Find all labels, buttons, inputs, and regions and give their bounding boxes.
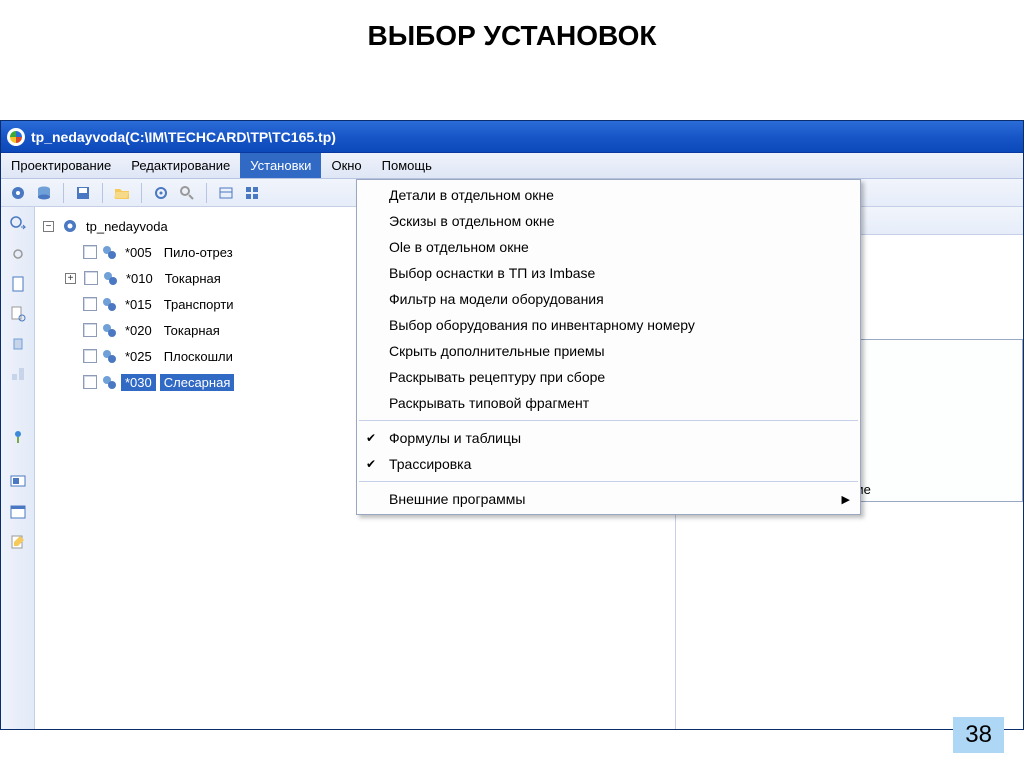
gears-icon: [101, 244, 117, 260]
tool-icon[interactable]: [7, 182, 29, 204]
checkbox[interactable]: [83, 375, 97, 389]
left-toolbar: [1, 207, 35, 729]
tree-item-name: Токарная: [161, 270, 225, 287]
gear-small-icon[interactable]: [5, 241, 31, 267]
tree-item-num: *010: [122, 270, 157, 287]
dd-item[interactable]: Ole в отдельном окне: [357, 234, 860, 260]
folder-open-icon[interactable]: [111, 182, 133, 204]
dd-item[interactable]: Раскрывать рецептуру при сборе: [357, 364, 860, 390]
menu-design[interactable]: Проектирование: [1, 153, 121, 178]
gear-arrow-icon[interactable]: [176, 182, 198, 204]
expand-icon[interactable]: +: [65, 273, 76, 284]
check-icon: ✔: [361, 431, 381, 445]
tree-item-name: Слесарная: [160, 374, 235, 391]
gears-icon: [101, 322, 117, 338]
menu-settings[interactable]: Установки: [240, 153, 321, 178]
window-icon[interactable]: [5, 499, 31, 525]
menu-window[interactable]: Окно: [321, 153, 371, 178]
edit-icon[interactable]: [5, 529, 31, 555]
screen-icon[interactable]: [5, 469, 31, 495]
tree-item-num: *005: [121, 244, 156, 261]
gear-icon: [62, 218, 78, 234]
tree-blue-icon[interactable]: [5, 425, 31, 451]
dd-item[interactable]: Выбор оборудования по инвентарному номер…: [357, 312, 860, 338]
tree-item-name: Токарная: [160, 322, 224, 339]
menu-help[interactable]: Помощь: [372, 153, 442, 178]
tree-item-num: *020: [121, 322, 156, 339]
gears-icon: [101, 296, 117, 312]
check-icon: ✔: [361, 457, 381, 471]
grid-icon[interactable]: [241, 182, 263, 204]
settings-dropdown: Детали в отдельном окне Эскизы в отдельн…: [356, 179, 861, 515]
dd-item[interactable]: Фильтр на модели оборудования: [357, 286, 860, 312]
separator: [359, 481, 858, 482]
checkbox[interactable]: [84, 271, 98, 285]
page-number: 38: [953, 717, 1004, 753]
app-icon: [7, 128, 25, 146]
page-gear-icon[interactable]: [5, 301, 31, 327]
tree-root-label: tp_nedayvoda: [82, 218, 172, 235]
tree-item-num: *015: [121, 296, 156, 313]
slide-title: ВЫБОР УСТАНОВОК: [0, 0, 1024, 70]
chevron-right-icon: ▶: [842, 493, 850, 506]
tree-item-num: *025: [121, 348, 156, 365]
dd-item[interactable]: Раскрывать типовой фрагмент: [357, 390, 860, 416]
menu-edit[interactable]: Редактирование: [121, 153, 240, 178]
gear-move-icon[interactable]: [5, 211, 31, 237]
dd-item-external[interactable]: Внешние программы▶: [357, 486, 860, 512]
dd-item[interactable]: Выбор оснастки в ТП из Imbase: [357, 260, 860, 286]
tree-item-num: *030: [121, 374, 156, 391]
dd-item-trace[interactable]: ✔Трассировка: [357, 451, 860, 477]
separator: [359, 420, 858, 421]
dd-item-formulas[interactable]: ✔Формулы и таблицы: [357, 425, 860, 451]
shapes-icon[interactable]: [5, 361, 31, 387]
dd-item[interactable]: Эскизы в отдельном окне: [357, 208, 860, 234]
cylinder-icon[interactable]: [5, 331, 31, 357]
gears-icon: [102, 270, 118, 286]
dd-item[interactable]: Скрыть дополнительные приемы: [357, 338, 860, 364]
tree-item-name: Пило-отрез: [160, 244, 237, 261]
save-icon[interactable]: [72, 182, 94, 204]
gears-icon: [101, 374, 117, 390]
checkbox[interactable]: [83, 323, 97, 337]
checkbox[interactable]: [83, 297, 97, 311]
tree-item-name: Плоскошли: [160, 348, 237, 365]
collapse-icon[interactable]: −: [43, 221, 54, 232]
panel-icon[interactable]: [215, 182, 237, 204]
gear-icon[interactable]: [150, 182, 172, 204]
gears-icon: [101, 348, 117, 364]
menubar: Проектирование Редактирование Установки …: [1, 153, 1023, 179]
checkbox[interactable]: [83, 349, 97, 363]
checkbox[interactable]: [83, 245, 97, 259]
window-title: tp_nedayvoda(C:\IM\TECHCARD\TP\TC165.tp): [31, 129, 336, 145]
titlebar: tp_nedayvoda(C:\IM\TECHCARD\TP\TC165.tp): [1, 121, 1023, 153]
app-window: tp_nedayvoda(C:\IM\TECHCARD\TP\TC165.tp)…: [0, 120, 1024, 730]
tree-item-name: Транспорти: [160, 296, 238, 313]
database-icon[interactable]: [33, 182, 55, 204]
page-icon[interactable]: [5, 271, 31, 297]
dd-item[interactable]: Детали в отдельном окне: [357, 182, 860, 208]
